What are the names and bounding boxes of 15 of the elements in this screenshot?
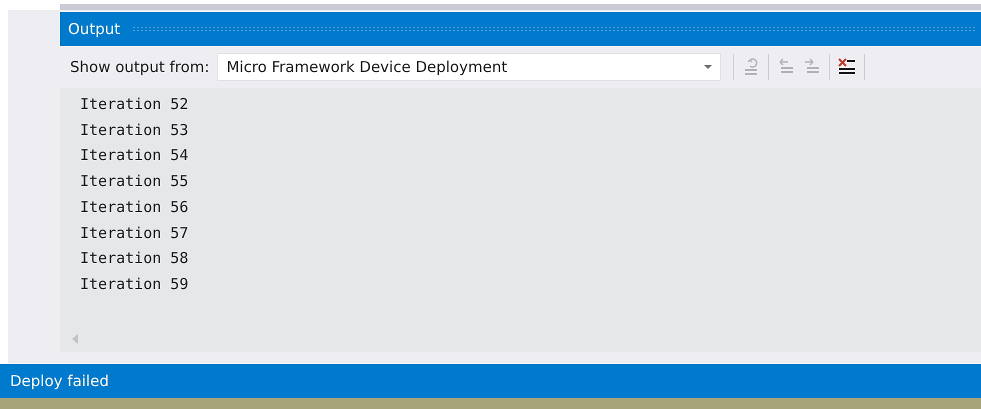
show-output-label: Show output from: bbox=[70, 58, 210, 76]
output-line: Iteration 52 bbox=[80, 94, 190, 115]
output-line: Iteration 57 bbox=[80, 222, 190, 244]
output-line: Iteration 56 bbox=[80, 196, 190, 218]
output-source-dropdown[interactable]: Micro Framework Device Deployment bbox=[217, 53, 722, 81]
output-line: Iteration 58 bbox=[80, 248, 190, 270]
status-text: Deploy failed bbox=[10, 372, 109, 390]
output-line: Iteration 54 bbox=[80, 145, 190, 166]
output-line: Iteration 53 bbox=[80, 120, 190, 141]
panel-title: Output bbox=[68, 20, 120, 38]
output-line: Iteration 59 bbox=[80, 274, 190, 295]
clear-lines-icon bbox=[837, 57, 858, 77]
scroll-left-icon[interactable] bbox=[72, 334, 78, 344]
caret-icon bbox=[704, 65, 712, 69]
output-line: Iteration 55 bbox=[80, 171, 190, 192]
